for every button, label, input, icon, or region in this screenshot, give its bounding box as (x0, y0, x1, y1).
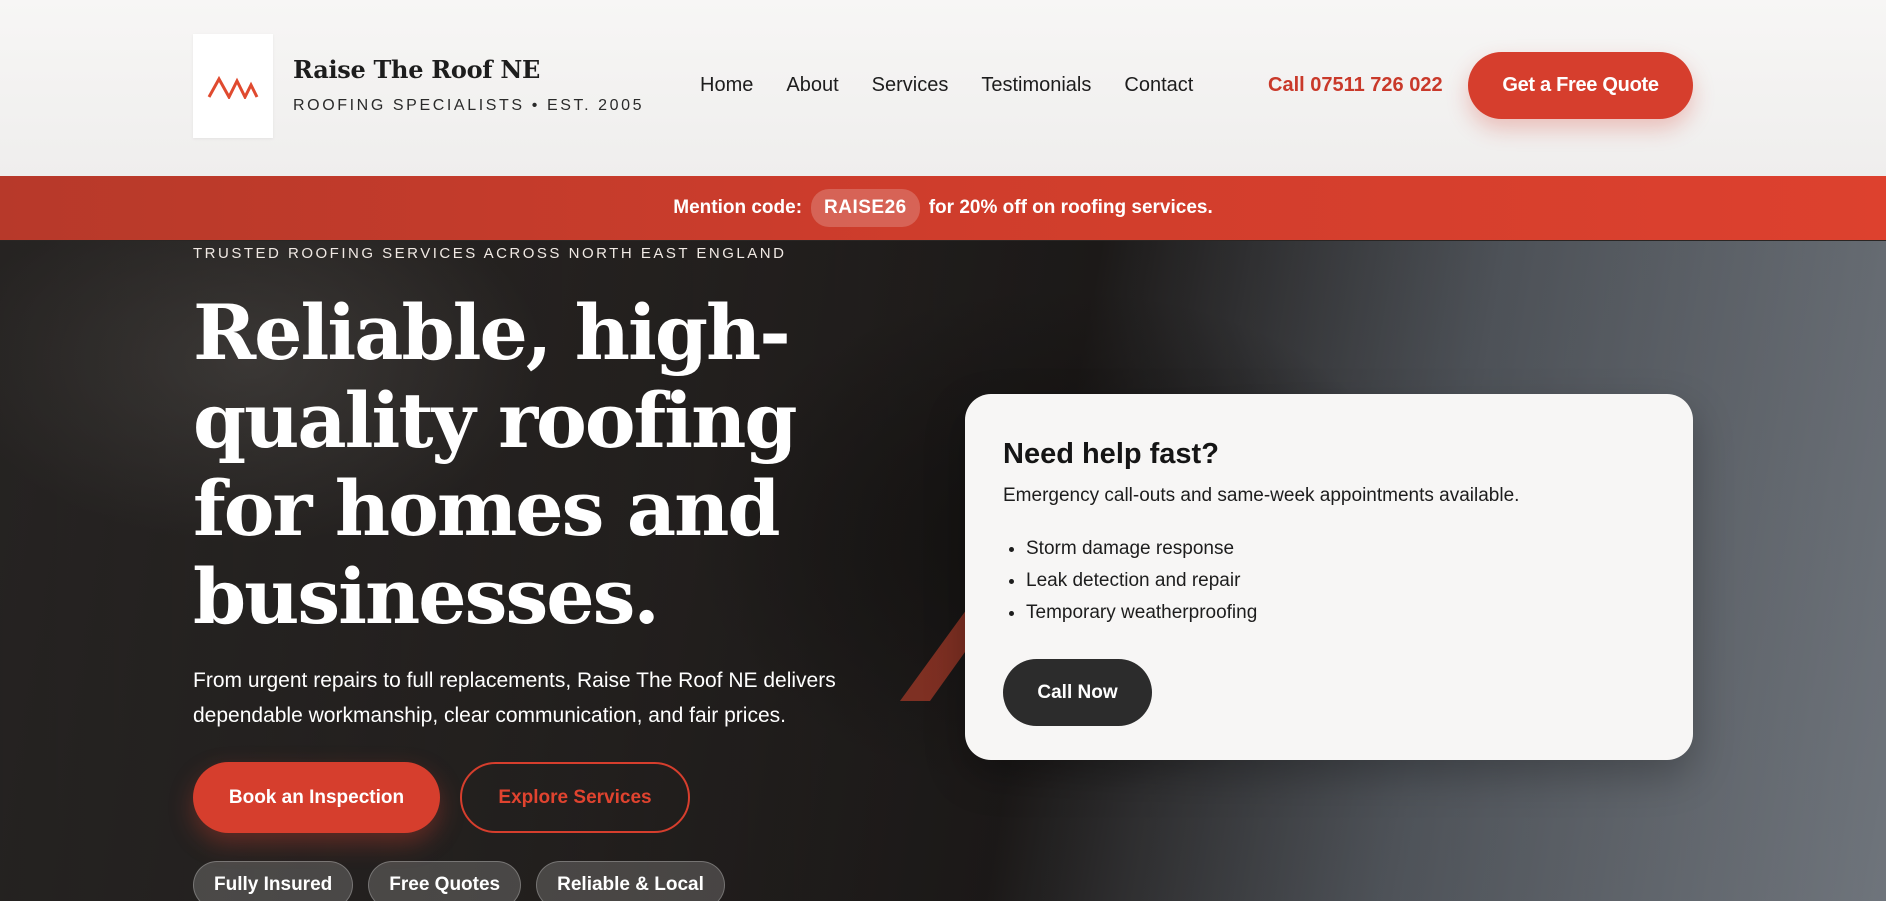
call-now-button[interactable]: Call Now (1003, 659, 1152, 726)
badge-fully-insured: Fully Insured (193, 861, 354, 901)
nav-testimonials[interactable]: Testimonials (981, 74, 1091, 97)
hero-eyebrow: TRUSTED ROOFING SERVICES ACROSS NORTH EA… (193, 245, 787, 262)
brand-tagline: ROOFING SPECIALISTS • EST. 2005 (293, 97, 645, 114)
help-card-subtitle: Emergency call-outs and same-week appoin… (1003, 485, 1520, 506)
trust-badges: Fully Insured Free Quotes Reliable & Loc… (193, 861, 740, 901)
list-item: Storm damage response (1026, 533, 1655, 565)
badge-free-quotes: Free Quotes (368, 861, 522, 901)
promo-suffix: for 20% off on roofing services. (928, 197, 1213, 218)
promo-prefix: Mention code: (673, 197, 803, 218)
promo-code-badge: RAISE26 (811, 189, 920, 227)
logo[interactable] (193, 34, 273, 138)
main-nav: Home About Services Testimonials Contact (700, 74, 1226, 97)
nav-services[interactable]: Services (872, 74, 949, 97)
roof-peaks-icon (207, 75, 259, 99)
badge-reliable-local: Reliable & Local (536, 861, 725, 901)
list-item: Temporary weatherproofing (1026, 597, 1655, 629)
nav-contact[interactable]: Contact (1124, 74, 1193, 97)
help-card-list: Storm damage response Leak detection and… (1003, 533, 1655, 629)
promo-banner: Mention code: RAISE26 for 20% off on roo… (0, 176, 1886, 240)
help-card: Need help fast? Emergency call-outs and … (965, 394, 1693, 760)
book-inspection-button[interactable]: Book an Inspection (193, 762, 440, 833)
site-header: Raise The Roof NE ROOFING SPECIALISTS • … (0, 0, 1886, 176)
get-quote-button[interactable]: Get a Free Quote (1468, 52, 1693, 119)
hero-section: TRUSTED ROOFING SERVICES ACROSS NORTH EA… (0, 241, 1886, 901)
help-card-title: Need help fast? (1003, 438, 1219, 470)
brand-name[interactable]: Raise The Roof NE (293, 55, 540, 84)
list-item: Leak detection and repair (1026, 565, 1655, 597)
explore-services-button[interactable]: Explore Services (460, 762, 690, 833)
nav-about[interactable]: About (786, 74, 838, 97)
nav-home[interactable]: Home (700, 74, 753, 97)
call-phone-link[interactable]: Call 07511 726 022 (1268, 74, 1443, 97)
hero-description: From urgent repairs to full replacements… (193, 669, 836, 727)
hero-headline: Reliable, high-quality roofing for homes… (193, 288, 798, 641)
